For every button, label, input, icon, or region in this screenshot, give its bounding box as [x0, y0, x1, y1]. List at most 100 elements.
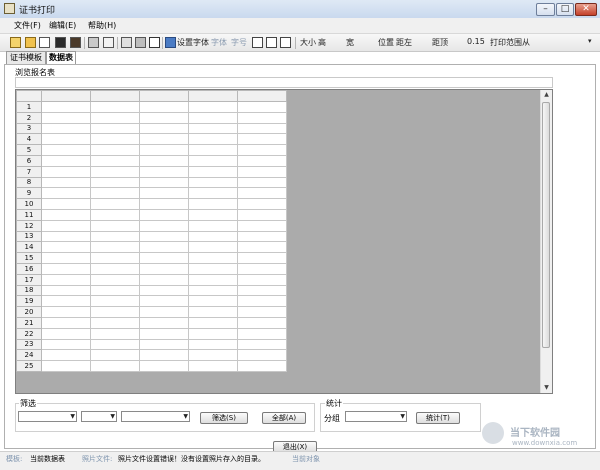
toolbar-overflow-icon[interactable]: ▾ — [588, 37, 592, 45]
grid-cell[interactable] — [188, 176, 238, 189]
grid-corner-cell[interactable] — [16, 90, 42, 102]
grid-cell[interactable] — [139, 338, 189, 351]
row-header[interactable]: 19 — [16, 295, 42, 308]
row-header[interactable]: 5 — [16, 144, 42, 156]
grid-cell[interactable] — [41, 284, 91, 297]
grid-cell[interactable] — [188, 219, 238, 232]
grid-cell[interactable] — [237, 144, 287, 156]
grid-cell[interactable] — [237, 360, 287, 372]
table-row[interactable]: 13 — [16, 230, 287, 243]
tab-data-table[interactable]: 数据表 — [46, 51, 76, 65]
grid-cell[interactable] — [41, 349, 91, 362]
row-header[interactable]: 12 — [16, 219, 42, 232]
grid-cell[interactable] — [139, 295, 189, 308]
grid-cell[interactable] — [139, 252, 189, 264]
menu-file[interactable]: 文件(F) — [14, 20, 41, 31]
print-icon[interactable] — [88, 37, 99, 48]
grid-cell[interactable] — [237, 230, 287, 243]
grid-cell[interactable] — [90, 252, 140, 264]
row-header[interactable]: 22 — [16, 327, 42, 340]
row-header[interactable]: 25 — [16, 360, 42, 372]
grid-cell[interactable] — [139, 154, 189, 167]
column-header[interactable] — [90, 90, 140, 102]
grid-cell[interactable] — [41, 122, 91, 135]
align-left-icon[interactable] — [252, 37, 263, 48]
grid-cell[interactable] — [41, 165, 91, 178]
grid-cell[interactable] — [41, 154, 91, 167]
filter-value-select[interactable]: ▼ — [121, 411, 190, 422]
table-row[interactable]: 17 — [16, 273, 287, 286]
grid-cell[interactable] — [90, 262, 140, 275]
grid-cell[interactable] — [237, 349, 287, 362]
table-row[interactable]: 5 — [16, 144, 287, 156]
table-row[interactable]: 23 — [16, 338, 287, 351]
row-header[interactable]: 24 — [16, 349, 42, 362]
font-size-label[interactable]: 字号 — [231, 37, 247, 48]
table-row[interactable]: 16 — [16, 262, 287, 275]
grid-cell[interactable] — [139, 327, 189, 340]
column-header[interactable] — [237, 90, 287, 102]
grid-cell[interactable] — [237, 133, 287, 146]
grid-cell[interactable] — [41, 176, 91, 189]
show-all-button[interactable]: 全部(A) — [262, 412, 306, 424]
row-header[interactable]: 9 — [16, 187, 42, 200]
grid-cell[interactable] — [188, 262, 238, 275]
row-header[interactable]: 20 — [16, 306, 42, 318]
table-row[interactable]: 7 — [16, 165, 287, 178]
data-grid[interactable]: 1 2 3 4 5 6 7 8 9 10 11 12 13 14 15 16 17 18 19 20 21 22 23 24 2… — [15, 89, 553, 394]
grid-cell[interactable] — [139, 176, 189, 189]
print-preview-icon[interactable] — [103, 37, 114, 48]
table-row[interactable]: 25 — [16, 360, 287, 372]
grid-cell[interactable] — [139, 284, 189, 297]
maximize-button[interactable]: □ — [556, 3, 574, 16]
grid-cell[interactable] — [90, 154, 140, 167]
table-row[interactable]: 12 — [16, 219, 287, 232]
grid-cell[interactable] — [188, 327, 238, 340]
grid-cell[interactable] — [188, 306, 238, 318]
grid-cell[interactable] — [90, 327, 140, 340]
grid-cell[interactable] — [188, 122, 238, 135]
grid-cell[interactable] — [90, 187, 140, 200]
group-by-select[interactable]: ▼ — [345, 411, 407, 422]
grid-cell[interactable] — [188, 111, 238, 124]
row-header[interactable]: 4 — [16, 133, 42, 146]
grid-cell[interactable] — [237, 262, 287, 275]
tab-certificate-template[interactable]: 证书模板 — [6, 51, 46, 64]
grid-cell[interactable] — [139, 241, 189, 254]
row-header[interactable]: 2 — [16, 111, 42, 124]
grid-cell[interactable] — [237, 208, 287, 221]
table-row[interactable]: 18 — [16, 284, 287, 297]
pack-icon[interactable] — [70, 37, 81, 48]
table-row[interactable]: 15 — [16, 252, 287, 264]
grid-cell[interactable] — [90, 176, 140, 189]
grid-cell[interactable] — [41, 208, 91, 221]
font-label[interactable]: 字体 — [211, 37, 227, 48]
vertical-scrollbar[interactable]: ▲ ▼ — [540, 90, 552, 393]
grid-cell[interactable] — [188, 252, 238, 264]
menu-edit[interactable]: 编辑(E) — [49, 20, 76, 31]
row-header[interactable]: 10 — [16, 198, 42, 210]
filter-button[interactable]: 筛选(S) — [200, 412, 248, 424]
scroll-down-icon[interactable]: ▼ — [541, 383, 552, 393]
grid-cell[interactable] — [90, 101, 140, 113]
grid-cell[interactable] — [237, 111, 287, 124]
grid-cell[interactable] — [41, 295, 91, 308]
row-header[interactable]: 8 — [16, 176, 42, 189]
row-header[interactable]: 13 — [16, 230, 42, 243]
grid-cell[interactable] — [41, 144, 91, 156]
grid-cell[interactable] — [139, 219, 189, 232]
grid-cell[interactable] — [41, 133, 91, 146]
grid-cell[interactable] — [139, 198, 189, 210]
grid-cell[interactable] — [139, 230, 189, 243]
grid-cell[interactable] — [237, 154, 287, 167]
row-header[interactable]: 14 — [16, 241, 42, 254]
filter-field-select[interactable]: ▼ — [18, 411, 77, 422]
row-header[interactable]: 6 — [16, 154, 42, 167]
grid-cell[interactable] — [188, 230, 238, 243]
grid-cell[interactable] — [139, 306, 189, 318]
row-header[interactable]: 23 — [16, 338, 42, 351]
grid-cell[interactable] — [90, 208, 140, 221]
grid-cell[interactable] — [237, 273, 287, 286]
grid-cell[interactable] — [188, 133, 238, 146]
menu-help[interactable]: 帮助(H) — [88, 20, 116, 31]
